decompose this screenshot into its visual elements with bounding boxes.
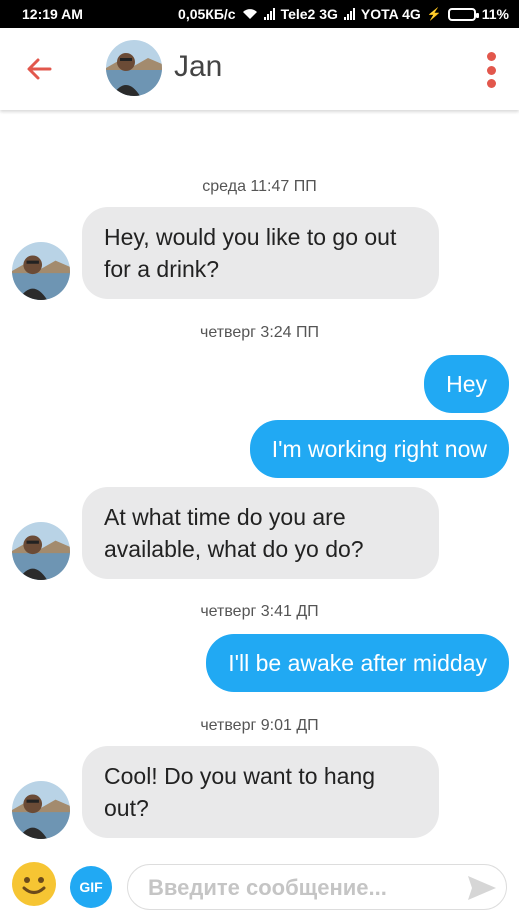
wifi-icon bbox=[242, 9, 257, 19]
carrier-1: Tele2 3G bbox=[280, 6, 338, 22]
outgoing-message[interactable]: I'll be awake after midday bbox=[206, 634, 509, 692]
network-speed: 0,05КБ/с bbox=[178, 6, 236, 22]
incoming-message[interactable]: Hey, would you like to go out for a drin… bbox=[82, 207, 439, 299]
charging-icon: ⚡ bbox=[426, 7, 442, 21]
chat-header: Jan bbox=[0, 28, 519, 110]
timestamp: четверг 3:24 ПП bbox=[199, 324, 319, 341]
signal-icon bbox=[263, 8, 275, 20]
sender-avatar[interactable] bbox=[12, 781, 70, 839]
timestamp: четверг 3:41 ДП bbox=[200, 603, 319, 620]
send-icon[interactable] bbox=[466, 874, 498, 902]
timestamp: четверг 9:01 ДП bbox=[200, 717, 319, 734]
message-input-box[interactable] bbox=[127, 864, 507, 910]
avatar-image bbox=[12, 242, 70, 300]
outgoing-message[interactable]: Hey bbox=[424, 355, 509, 413]
incoming-message[interactable]: Cool! Do you want to hang out? bbox=[82, 746, 439, 838]
message-input[interactable] bbox=[148, 873, 448, 903]
outgoing-message[interactable]: I'm working right now bbox=[249, 420, 509, 478]
contact-name[interactable]: Jan bbox=[174, 50, 222, 84]
status-bar: 12:19 AM 0,05КБ/с Tele2 3G YOTA 4G ⚡ 11% bbox=[0, 0, 519, 28]
gif-button[interactable]: GIF bbox=[70, 866, 112, 908]
avatar-image bbox=[106, 40, 162, 96]
smiley-face bbox=[22, 877, 46, 894]
timestamp: среда 11:47 ПП bbox=[202, 178, 317, 195]
sender-avatar[interactable] bbox=[12, 522, 70, 580]
battery-icon bbox=[447, 7, 479, 21]
avatar-image bbox=[12, 781, 70, 839]
avatar-image bbox=[12, 522, 70, 580]
status-time: 12:19 AM bbox=[22, 6, 83, 22]
sender-avatar[interactable] bbox=[12, 242, 70, 300]
back-arrow-icon[interactable] bbox=[22, 52, 56, 86]
more-vertical-icon[interactable] bbox=[483, 52, 499, 88]
contact-avatar[interactable] bbox=[106, 40, 162, 96]
incoming-message[interactable]: At what time do you are available, what … bbox=[82, 487, 439, 579]
battery-percent: 11% bbox=[481, 6, 509, 22]
signal-icon bbox=[343, 8, 355, 20]
emoji-icon[interactable] bbox=[12, 862, 56, 906]
status-right: 0,05КБ/с Tele2 3G YOTA 4G ⚡ 11% bbox=[178, 6, 509, 22]
carrier-2: YOTA 4G bbox=[360, 6, 421, 22]
